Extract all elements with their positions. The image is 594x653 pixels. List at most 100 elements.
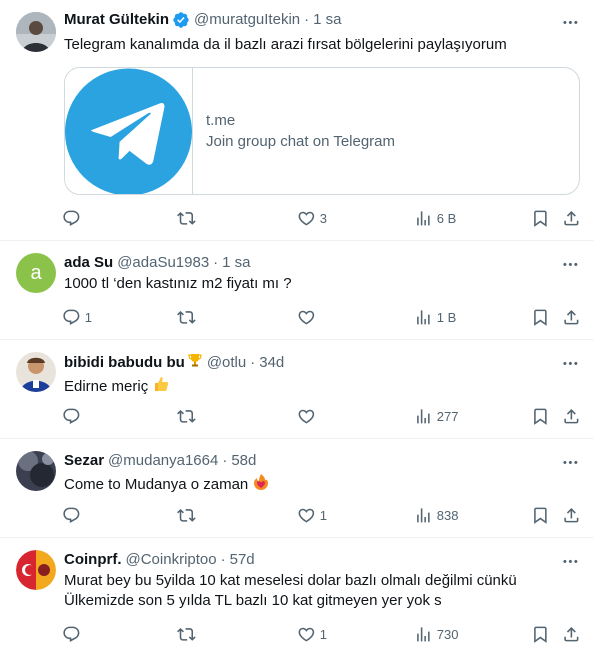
thumbs-up-emoji-icon [152,375,170,399]
views-button[interactable]: 1 B [414,307,456,327]
retweet-icon [177,209,196,228]
tweet-murat[interactable]: Murat Gültekin @muratguItekin · 1 sa Tel… [0,0,594,241]
author-name[interactable]: bibidi babudu bu [64,353,185,373]
tweet-sezar[interactable]: Sezar @mudanya1664 · 58d Come to Mudanya… [0,439,594,538]
views-button[interactable]: 6 B [414,208,456,228]
author-name[interactable]: Coinprf. [64,550,122,570]
retweet-icon [177,625,196,644]
share-icon [562,506,581,525]
views-button[interactable]: 838 [414,505,458,525]
like-button[interactable]: 3 [297,208,327,228]
share-icon [562,308,581,327]
like-button[interactable]: 1 [297,624,327,644]
like-button[interactable] [297,406,320,426]
more-options-button[interactable] [560,254,580,274]
like-button[interactable] [297,307,320,327]
tweet-ada-su[interactable]: a ada Su @adaSu1983 · 1 sa 1000 tl ‘den … [0,241,594,340]
more-options-button[interactable] [560,353,580,373]
author-handle[interactable]: @mudanya1664 [108,451,218,471]
separator-dot: · [304,11,310,28]
timestamp[interactable]: 57d [230,550,255,570]
reply-button[interactable] [62,624,85,644]
like-button[interactable]: 1 [297,505,327,525]
tweet-text: Telegram kanalımda da il bazlı arazi fır… [64,36,507,53]
reply-button[interactable] [62,208,85,228]
retweet-button[interactable] [177,624,200,644]
view-count: 1 B [436,309,457,325]
reply-icon [62,506,81,525]
reply-icon [62,407,81,426]
reply-button[interactable] [62,505,85,525]
reply-icon [62,209,81,228]
card-thumbnail [65,68,193,194]
timestamp[interactable]: 34d [259,353,284,373]
reply-button[interactable] [62,406,85,426]
like-icon [297,308,316,327]
views-icon [414,407,433,426]
author-name[interactable]: Murat Gültekin [64,10,169,30]
more-options-button[interactable] [560,551,580,571]
like-icon [297,209,316,228]
link-card[interactable]: t.me Join group chat on Telegram [64,67,580,195]
reply-icon [62,308,81,327]
retweet-icon [177,308,196,327]
separator-dot: · [250,354,256,371]
views-icon [414,625,433,644]
share-button[interactable] [562,505,581,525]
author-handle[interactable]: @adaSu1983 [117,253,209,273]
share-icon [562,625,581,644]
share-button[interactable] [562,406,581,426]
author-handle[interactable]: @muratguItekin [194,10,300,30]
avatar[interactable]: a [16,253,56,293]
timestamp[interactable]: 58d [231,451,256,471]
retweet-button[interactable] [177,208,200,228]
bookmark-icon [531,625,550,644]
views-button[interactable]: 277 [414,406,458,426]
bookmark-icon [531,209,550,228]
avatar[interactable] [16,12,56,52]
author-handle[interactable]: @otlu [207,353,246,373]
more-options-button[interactable] [560,12,580,32]
share-button[interactable] [562,624,581,644]
separator-dot: · [220,551,226,568]
views-button[interactable]: 730 [414,624,458,644]
retweet-button[interactable] [177,505,200,525]
share-button[interactable] [562,307,581,327]
bookmark-button[interactable] [531,208,550,228]
avatar-photo-icon [16,550,56,590]
views-icon [414,506,433,525]
avatar[interactable] [16,352,56,392]
avatar[interactable] [16,550,56,590]
reply-button[interactable]: 1 [62,307,92,327]
avatar[interactable] [16,451,56,491]
view-count: 730 [436,626,459,642]
like-icon [297,625,316,644]
views-icon [414,209,433,228]
avatar-letter: a [30,262,42,284]
like-count: 3 [319,210,327,226]
tweet-bibidi[interactable]: bibidi babudu bu @otlu · 34d Edirne meri… [0,340,594,439]
separator-dot: · [222,452,228,469]
bookmark-icon [531,308,550,327]
like-icon [297,407,316,426]
retweet-button[interactable] [177,406,200,426]
avatar-photo-icon [16,352,56,392]
tweet-coinprf[interactable]: Coinprf. @Coinkriptoo · 57d Murat bey bu… [0,538,594,653]
views-icon [414,308,433,327]
more-icon [561,453,580,472]
more-options-button[interactable] [560,452,580,472]
timestamp[interactable]: 1 sa [222,253,250,273]
author-handle[interactable]: @Coinkriptoo [126,550,217,570]
author-name[interactable]: Sezar [64,451,104,471]
bookmark-button[interactable] [531,406,550,426]
timestamp[interactable]: 1 sa [313,10,341,30]
retweet-button[interactable] [177,307,200,327]
bookmark-button[interactable] [531,624,550,644]
share-button[interactable] [562,208,581,228]
bookmark-button[interactable] [531,307,550,327]
author-name[interactable]: ada Su [64,253,113,273]
avatar-photo-icon [16,451,56,491]
bookmark-button[interactable] [531,505,550,525]
card-title: Join group chat on Telegram [206,133,396,150]
share-icon [562,209,581,228]
